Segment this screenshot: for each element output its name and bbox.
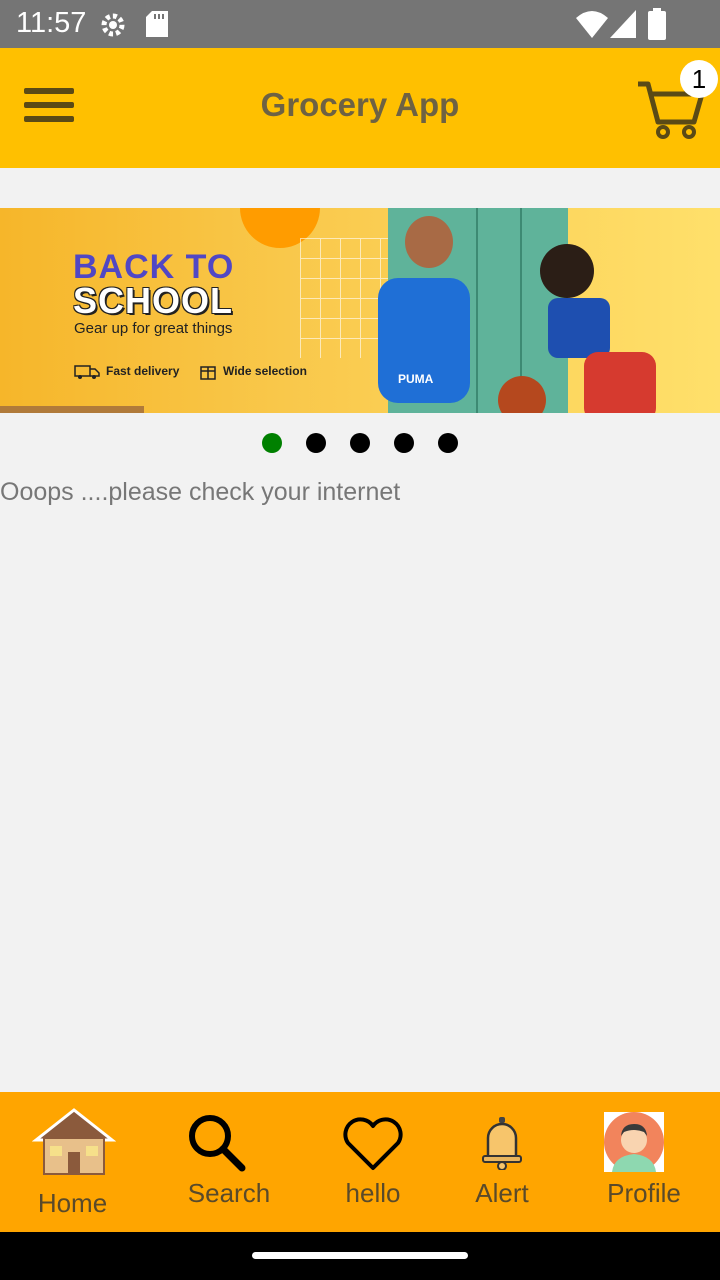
search-icon bbox=[189, 1115, 246, 1172]
avatar bbox=[604, 1112, 664, 1172]
nav-label-search: Search bbox=[187, 1178, 271, 1208]
kid-figure bbox=[405, 216, 453, 268]
connection-error-message: Ooops ....please check your internet bbox=[0, 478, 401, 506]
nav-item-search[interactable]: Search bbox=[178, 1092, 280, 1232]
nav-label-alert: Alert bbox=[475, 1178, 529, 1208]
kid-figure bbox=[548, 298, 610, 358]
nav-item-favorites[interactable]: hello bbox=[330, 1092, 416, 1232]
nav-item-home[interactable]: Home bbox=[20, 1092, 125, 1232]
wifi-icon bbox=[576, 11, 608, 38]
house-icon bbox=[32, 1108, 116, 1175]
carousel-indicator bbox=[0, 433, 720, 453]
status-time: 11:57 bbox=[16, 7, 87, 39]
carousel-dot[interactable] bbox=[262, 433, 282, 453]
banner-feature-selection: Wide selection bbox=[223, 364, 307, 378]
nav-label-home: Home bbox=[37, 1188, 108, 1218]
nav-item-alert[interactable]: Alert bbox=[462, 1092, 542, 1232]
carousel-dot[interactable] bbox=[350, 433, 370, 453]
promo-banner[interactable]: PUMA BACK TO SCHOOL Gear up for great th… bbox=[0, 208, 720, 413]
kid-figure bbox=[540, 244, 594, 298]
battery-icon bbox=[648, 8, 666, 40]
banner-title-line2: SCHOOL bbox=[73, 280, 234, 321]
bottom-navigation: Home Search hello Alert Profile bbox=[0, 1092, 720, 1232]
nav-item-profile[interactable]: Profile bbox=[592, 1092, 696, 1232]
signal-icon bbox=[610, 10, 636, 38]
banner-feature-delivery: Fast delivery bbox=[106, 364, 180, 378]
backpack-brand: PUMA bbox=[398, 372, 434, 386]
banner-lockers bbox=[476, 208, 478, 413]
banner-subtitle: Gear up for great things bbox=[74, 320, 233, 337]
bell-icon bbox=[482, 1117, 522, 1170]
carousel-dot[interactable] bbox=[306, 433, 326, 453]
home-gesture-handle[interactable] bbox=[252, 1252, 468, 1259]
sd-card-icon bbox=[146, 11, 168, 37]
banner-bar bbox=[0, 406, 144, 413]
page-title: Grocery App bbox=[260, 86, 460, 123]
nav-label-profile: Profile bbox=[607, 1178, 681, 1208]
nav-label-hello: hello bbox=[345, 1178, 401, 1208]
delivery-truck-icon bbox=[74, 365, 100, 379]
system-navigation-bar bbox=[0, 1232, 720, 1280]
backpack-image bbox=[584, 352, 656, 413]
carousel-dot[interactable] bbox=[438, 433, 458, 453]
heart-icon bbox=[343, 1117, 403, 1170]
box-icon bbox=[200, 366, 216, 380]
app-bar: Grocery App 1 bbox=[0, 48, 720, 168]
cart-count-badge: 1 bbox=[680, 60, 718, 98]
carousel-dot[interactable] bbox=[394, 433, 414, 453]
gear-icon bbox=[101, 13, 125, 37]
status-bar: 11:57 bbox=[0, 0, 720, 48]
